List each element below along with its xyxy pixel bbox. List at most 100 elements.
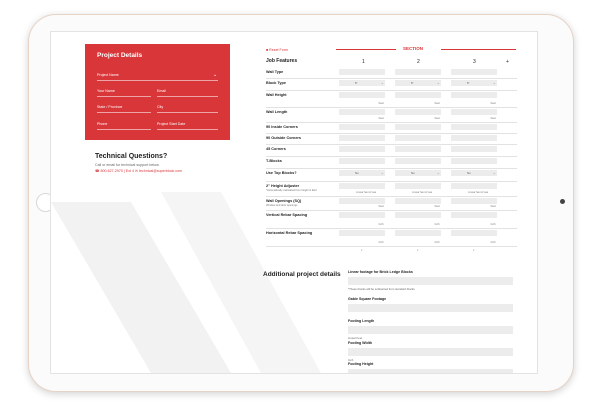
- chevron-down-icon[interactable]: ⌄: [381, 81, 383, 85]
- reset-form-label: Reset Form: [269, 48, 288, 52]
- email-field[interactable]: Email: [157, 89, 166, 93]
- additional-field-note: *These blocks will be subtracted from st…: [348, 287, 415, 291]
- row-input-cell[interactable]: [339, 198, 385, 204]
- your-name-field[interactable]: Your Name: [97, 89, 115, 93]
- additional-field-input[interactable]: [348, 369, 513, 373]
- row-input-cell[interactable]: [395, 183, 441, 189]
- row-input-cell[interactable]: [451, 146, 497, 152]
- row-input-cell[interactable]: [339, 80, 385, 86]
- row-input-cell[interactable]: [451, 69, 497, 75]
- cell-value: 6": [467, 81, 470, 85]
- row-input-cell[interactable]: [451, 124, 497, 130]
- unit-label: Inch: [434, 223, 440, 226]
- row-input-cell[interactable]: [395, 109, 441, 115]
- row-input-cell[interactable]: [451, 183, 497, 189]
- unit-label: Inch: [378, 241, 384, 244]
- row-input-cell[interactable]: [339, 135, 385, 141]
- row-input-cell[interactable]: [339, 170, 385, 176]
- unit-label: Inch: [490, 241, 496, 244]
- row-divider: [266, 156, 517, 157]
- row-divider: [266, 168, 517, 169]
- row-input-cell[interactable]: [395, 80, 441, 86]
- additional-field-label: Footing Height: [348, 362, 374, 366]
- remove-column-button[interactable]: x: [417, 249, 418, 252]
- row-input-cell[interactable]: [451, 198, 497, 204]
- row-input-cell[interactable]: [339, 212, 385, 218]
- additional-field-input[interactable]: [348, 326, 513, 334]
- row-input-cell[interactable]: [451, 80, 497, 86]
- row-input-cell[interactable]: [451, 158, 497, 164]
- row-label: Wall Length: [266, 110, 288, 114]
- city-field[interactable]: City: [157, 105, 163, 109]
- row-label: 2" Height Adjuster: [266, 184, 300, 188]
- row-input-cell[interactable]: [395, 124, 441, 130]
- unit-label: Feet: [378, 102, 384, 105]
- row-input-cell[interactable]: [339, 230, 385, 236]
- row-input-cell[interactable]: [395, 92, 441, 98]
- additional-field-input[interactable]: [348, 348, 513, 356]
- technical-subtitle: Call or email for technical support belo…: [95, 163, 160, 167]
- project-details-panel: Project Details Project Name ⌄ Your Name…: [85, 44, 230, 140]
- remove-column-button[interactable]: x: [473, 249, 474, 252]
- row-divider: [266, 133, 517, 134]
- phone-field[interactable]: Phone: [97, 122, 107, 126]
- chevron-down-icon[interactable]: ⌄: [493, 171, 495, 175]
- project-start-date-field[interactable]: Project Start Date: [157, 122, 185, 126]
- additional-details-title: Additional project details: [263, 271, 341, 278]
- unit-label: Feet: [434, 205, 440, 208]
- technical-questions-title: Technical Questions?: [95, 153, 168, 160]
- row-input-cell[interactable]: [451, 230, 497, 236]
- row-input-cell[interactable]: [339, 146, 385, 152]
- row-input-cell[interactable]: [395, 69, 441, 75]
- additional-field-input[interactable]: [348, 304, 513, 312]
- row-input-cell[interactable]: [339, 158, 385, 164]
- row-input-cell[interactable]: [339, 124, 385, 130]
- technical-phone-link[interactable]: 800-627-2970 | Ext 4: [100, 169, 134, 173]
- chevron-down-icon[interactable]: ⌄: [213, 72, 217, 78]
- chevron-down-icon[interactable]: ⌄: [381, 171, 383, 175]
- row-input-cell[interactable]: [395, 135, 441, 141]
- unit-label: Feet: [490, 102, 496, 105]
- row-input-cell[interactable]: [395, 170, 441, 176]
- row-divider: [266, 144, 517, 145]
- row-input-cell[interactable]: [451, 109, 497, 115]
- chevron-down-icon[interactable]: ⌄: [437, 171, 439, 175]
- row-input-cell[interactable]: [395, 230, 441, 236]
- row-input-cell[interactable]: [339, 69, 385, 75]
- unit-label: Feet: [434, 102, 440, 105]
- state-province-field[interactable]: State / Province: [97, 105, 122, 109]
- row-label: 45 Corners: [266, 147, 286, 151]
- row-input-cell[interactable]: [395, 212, 441, 218]
- row-divider: [266, 196, 517, 197]
- row-label: 90 Inside Corners: [266, 125, 298, 129]
- additional-field-label: Footing Width: [348, 341, 373, 345]
- unit-label: Feet: [490, 117, 496, 120]
- row-input-cell[interactable]: [395, 158, 441, 164]
- row-label: Wall Height: [266, 93, 287, 97]
- row-input-cell[interactable]: [339, 109, 385, 115]
- unit-label: Feet: [378, 117, 384, 120]
- row-input-cell[interactable]: [339, 183, 385, 189]
- column-1-header: 1: [362, 59, 365, 65]
- remove-column-button[interactable]: x: [361, 249, 362, 252]
- chevron-down-icon[interactable]: ⌄: [437, 81, 439, 85]
- reset-form-button[interactable]: ■ Reset Form: [266, 48, 288, 52]
- row-label: Use Top Blocks?: [266, 171, 297, 175]
- row-input-cell[interactable]: [451, 92, 497, 98]
- project-name-field[interactable]: Project Name: [97, 73, 119, 77]
- background-chevron-graphic: [51, 192, 321, 373]
- add-column-button[interactable]: +: [506, 59, 509, 65]
- row-divider: [266, 246, 517, 247]
- row-input-cell[interactable]: [451, 170, 497, 176]
- technical-email-link[interactable]: technical@superblock.com: [139, 169, 182, 173]
- row-sub: Window and door openings: [266, 204, 298, 207]
- row-label: Wall Openings (SQ): [266, 199, 302, 203]
- additional-field-input[interactable]: [348, 277, 513, 285]
- row-input-cell[interactable]: [451, 212, 497, 218]
- chevron-down-icon[interactable]: ⌄: [493, 81, 495, 85]
- row-label: Block Type: [266, 81, 286, 85]
- row-input-cell[interactable]: [451, 135, 497, 141]
- row-input-cell[interactable]: [339, 92, 385, 98]
- row-input-cell[interactable]: [395, 146, 441, 152]
- row-input-cell[interactable]: [395, 198, 441, 204]
